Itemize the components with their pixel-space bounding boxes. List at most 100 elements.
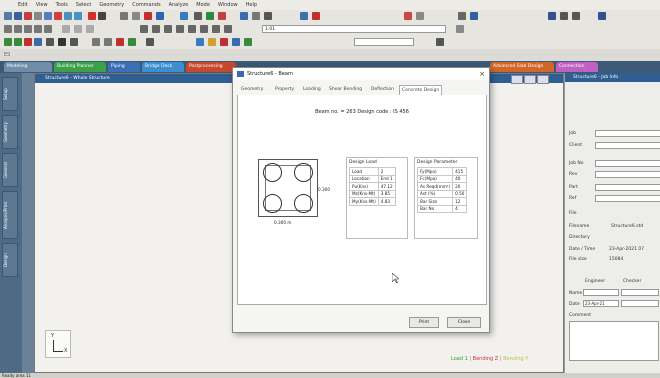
move-icon[interactable] — [62, 25, 70, 33]
side-tab-analysis-print[interactable]: Analysis/Print — [2, 191, 18, 239]
side-tab-geometry[interactable]: Geometry — [2, 115, 18, 149]
property-icon[interactable] — [232, 38, 240, 46]
engineer-date-field[interactable]: 23-Apr-21 — [583, 300, 619, 307]
table-icon[interactable] — [598, 12, 606, 20]
side-tab-general[interactable]: General — [2, 153, 18, 187]
tab-deflection[interactable]: Deflection — [369, 85, 396, 95]
tab-bridge-deck[interactable]: Bridge Deck — [142, 62, 184, 72]
tab-postprocessing[interactable]: Postprocessing — [186, 62, 236, 72]
magnify-icon[interactable] — [224, 25, 232, 33]
render-icon[interactable] — [146, 38, 154, 46]
menu-analyze[interactable]: Analyze — [169, 2, 189, 8]
copy-icon[interactable] — [44, 12, 52, 20]
results-icon[interactable] — [404, 12, 412, 20]
checker-name-field[interactable] — [621, 289, 659, 296]
mirror-icon[interactable] — [74, 25, 82, 33]
menu-edit[interactable]: Edit — [18, 2, 28, 8]
tab-loading[interactable]: Loading — [301, 85, 323, 95]
select-beams-icon[interactable] — [14, 25, 22, 33]
close-view-icon[interactable] — [537, 75, 549, 84]
select-solids-icon[interactable] — [34, 25, 42, 33]
checker-date-field[interactable] — [621, 300, 659, 307]
structure-icon[interactable] — [196, 38, 204, 46]
side-tab-setup[interactable]: Setup — [2, 77, 18, 111]
part-field[interactable] — [595, 184, 660, 191]
select-all-icon[interactable] — [44, 25, 52, 33]
window-icon[interactable] — [458, 12, 466, 20]
zoom-window-icon[interactable] — [164, 25, 172, 33]
print-icon[interactable] — [98, 12, 106, 20]
pan-icon[interactable] — [132, 12, 140, 20]
engineer-name-field[interactable] — [583, 289, 619, 296]
plan-icon[interactable] — [92, 38, 100, 46]
menu-help[interactable]: Help — [246, 2, 257, 8]
menu-view[interactable]: View — [36, 2, 48, 8]
zoom-in-icon[interactable] — [140, 25, 148, 33]
report-icon[interactable] — [416, 12, 424, 20]
side-view-icon[interactable] — [34, 38, 42, 46]
rotate-x-icon[interactable] — [46, 38, 54, 46]
plate-icon[interactable] — [240, 12, 248, 20]
tab-building-planner[interactable]: Building Planner — [54, 62, 106, 72]
close-icon[interactable]: × — [477, 69, 487, 79]
rotate-y-icon[interactable] — [58, 38, 66, 46]
job-field[interactable] — [595, 130, 660, 137]
italic-icon[interactable] — [560, 12, 568, 20]
iso-view-icon[interactable] — [4, 38, 12, 46]
close-button[interactable]: Close — [447, 317, 481, 328]
undo-icon[interactable] — [64, 12, 72, 20]
comment-field[interactable] — [569, 321, 659, 361]
tile-icon[interactable] — [470, 12, 478, 20]
support-icon[interactable] — [264, 12, 272, 20]
menu-select[interactable]: Select — [76, 2, 91, 8]
zoom-prev-icon[interactable] — [200, 25, 208, 33]
load-case-combo[interactable] — [354, 38, 414, 46]
menu-commands[interactable]: Commands — [132, 2, 160, 8]
tab-property[interactable]: Property — [273, 85, 296, 95]
view-icon[interactable] — [156, 12, 164, 20]
display-icon[interactable] — [212, 25, 220, 33]
top-view-icon[interactable] — [24, 38, 32, 46]
client-field[interactable] — [595, 142, 660, 149]
front-view-icon[interactable] — [14, 38, 22, 46]
zoom-dynamic-icon[interactable] — [188, 25, 196, 33]
tab-piping[interactable]: Piping — [108, 62, 140, 72]
help-icon[interactable] — [312, 12, 320, 20]
menu-window[interactable]: Window — [218, 2, 238, 8]
menu-tools[interactable]: Tools — [56, 2, 68, 8]
member-icon[interactable] — [208, 38, 216, 46]
cut-icon[interactable] — [34, 12, 42, 20]
rev-field[interactable] — [595, 171, 660, 178]
run-icon[interactable] — [88, 12, 96, 20]
menu-mode[interactable]: Mode — [196, 2, 210, 8]
redo-icon[interactable] — [74, 12, 82, 20]
tab-connection[interactable]: Connection — [556, 62, 598, 72]
section-icon[interactable] — [116, 38, 124, 46]
select-nodes-icon[interactable] — [4, 25, 12, 33]
ref-field[interactable] — [595, 195, 660, 202]
3d-icon[interactable] — [128, 38, 136, 46]
load-prev-icon[interactable] — [436, 38, 444, 46]
split-icon[interactable] — [86, 25, 94, 33]
zoom-icon[interactable] — [120, 12, 128, 20]
underline-icon[interactable] — [572, 12, 580, 20]
zoom-fit-icon[interactable] — [176, 25, 184, 33]
solid-icon[interactable] — [252, 12, 260, 20]
print-button[interactable]: Print — [409, 317, 439, 328]
open-icon[interactable] — [14, 12, 22, 20]
rotate-z-icon[interactable] — [70, 38, 78, 46]
paste-icon[interactable] — [54, 12, 62, 20]
scale-combo[interactable]: 1:01 — [262, 25, 446, 33]
select-plates-icon[interactable] — [24, 25, 32, 33]
filter-icon[interactable] — [456, 25, 464, 33]
load-icon[interactable] — [220, 38, 228, 46]
side-tab-design[interactable]: Design — [2, 243, 18, 277]
menu-geometry[interactable]: Geometry — [99, 2, 124, 8]
maximize-icon[interactable] — [524, 75, 536, 84]
spec-icon[interactable] — [244, 38, 252, 46]
tab-geometry[interactable]: Geometry — [239, 85, 265, 95]
beam-icon[interactable] — [218, 12, 226, 20]
label-icon[interactable] — [180, 12, 188, 20]
node-icon[interactable] — [206, 12, 214, 20]
tab-modeling[interactable]: Modeling — [4, 62, 52, 72]
